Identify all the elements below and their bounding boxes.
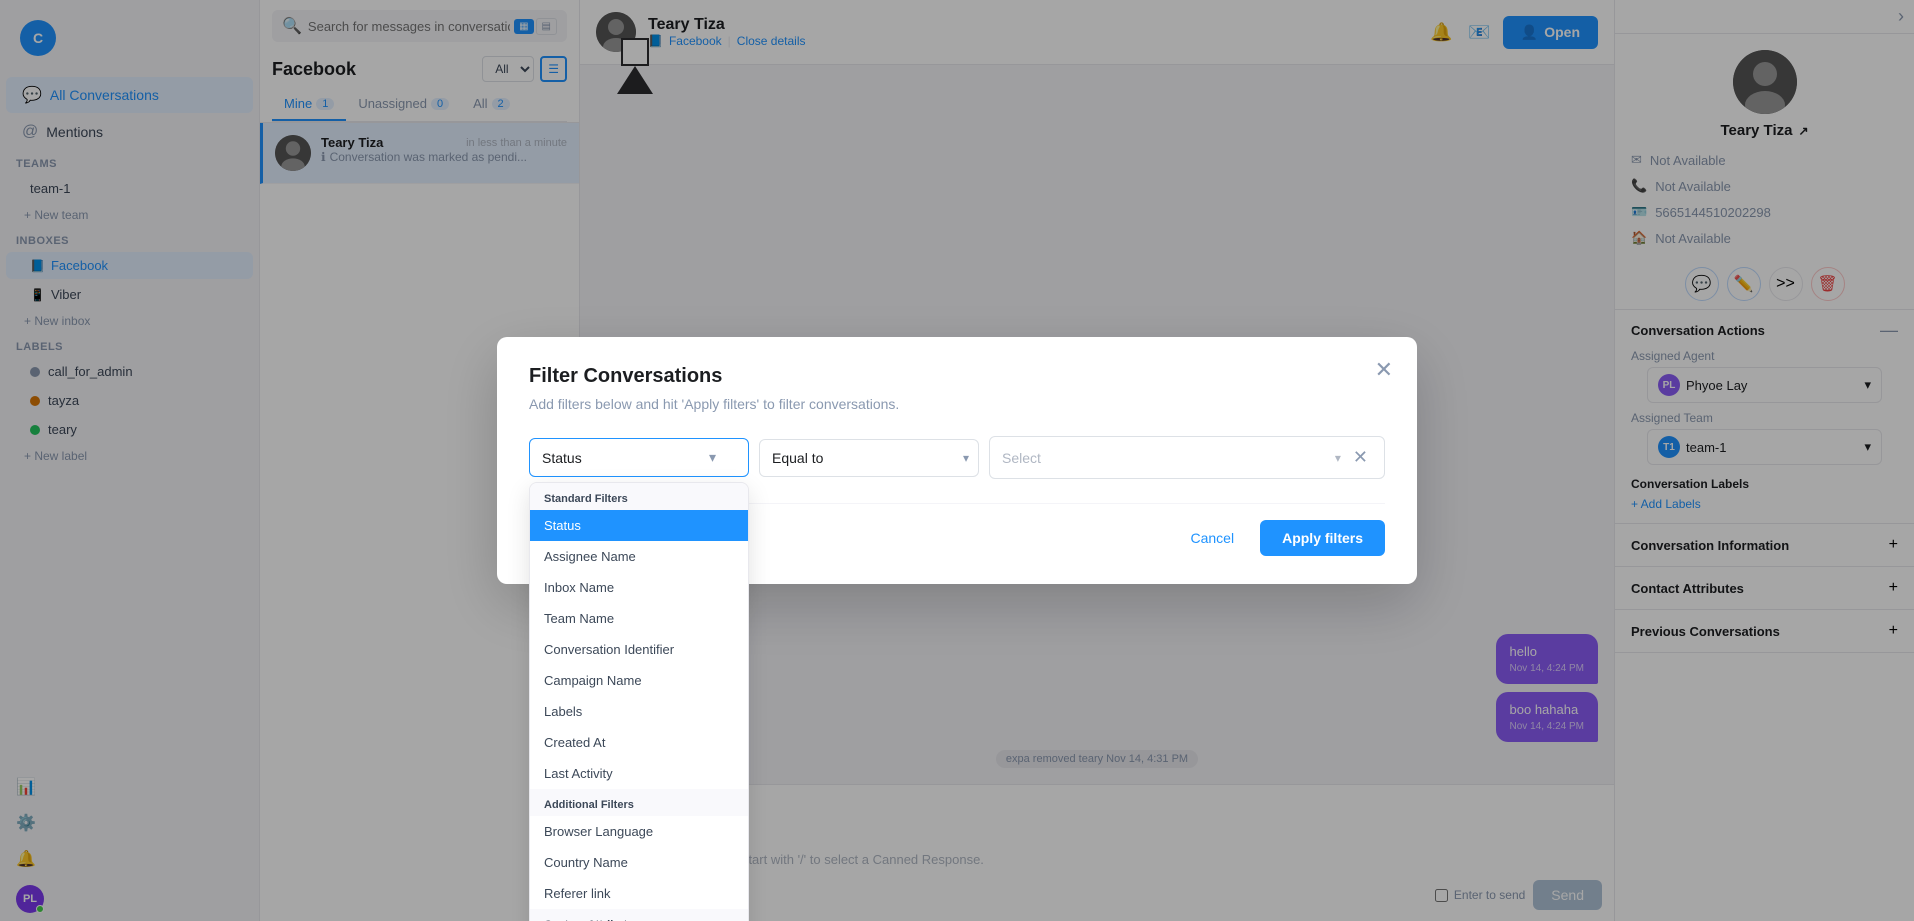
filter-modal: ✕ Filter Conversations Add filters below… [497,337,1417,584]
cancel-button[interactable]: Cancel [1175,520,1251,556]
dropdown-item-team[interactable]: Team Name [530,603,748,634]
dropdown-item-campaign[interactable]: Campaign Name [530,665,748,696]
filter-type-label: Status [542,450,582,466]
filter-type-chevron: ▾ [709,449,716,466]
dropdown-item-assignee[interactable]: Assignee Name [530,541,748,572]
dropdown-custom-title: Custom Attributes [530,909,748,921]
filter-operator-wrapper: Equal to ▾ [759,439,979,477]
filter-value-placeholder: Select [1002,450,1335,466]
modal-close-btn[interactable]: ✕ [1375,357,1393,383]
dropdown-item-conv-id[interactable]: Conversation Identifier [530,634,748,665]
modal-title: Filter Conversations [529,365,1385,388]
filter-row: Status ▾ Standard Filters Status Assigne… [529,436,1385,479]
filter-type-select[interactable]: Status ▾ [529,438,749,477]
filter-operator-select[interactable]: Equal to [759,439,979,477]
value-chevron: ▾ [1335,451,1341,465]
dropdown-item-country[interactable]: Country Name [530,847,748,878]
filter-clear-btn[interactable]: ✕ [1349,447,1372,468]
dropdown-item-activity[interactable]: Last Activity [530,758,748,789]
dropdown-item-labels[interactable]: Labels [530,696,748,727]
dropdown-item-status[interactable]: Status [530,510,748,541]
filter-value-wrapper: Select ▾ ✕ [989,436,1385,479]
filter-dropdown-menu: Standard Filters Status Assignee Name In… [529,482,749,921]
dropdown-item-referer[interactable]: Referer link [530,878,748,909]
apply-filters-button[interactable]: Apply filters [1260,520,1385,556]
modal-overlay[interactable]: ✕ Filter Conversations Add filters below… [0,0,1914,921]
dropdown-item-inbox[interactable]: Inbox Name [530,572,748,603]
dropdown-item-created[interactable]: Created At [530,727,748,758]
dropdown-item-browser-lang[interactable]: Browser Language [530,816,748,847]
dropdown-additional-title: Additional Filters [530,789,748,816]
dropdown-standard-title: Standard Filters [530,483,748,510]
modal-subtitle: Add filters below and hit 'Apply filters… [529,396,1385,412]
filter-type-wrapper: Status ▾ Standard Filters Status Assigne… [529,438,749,477]
